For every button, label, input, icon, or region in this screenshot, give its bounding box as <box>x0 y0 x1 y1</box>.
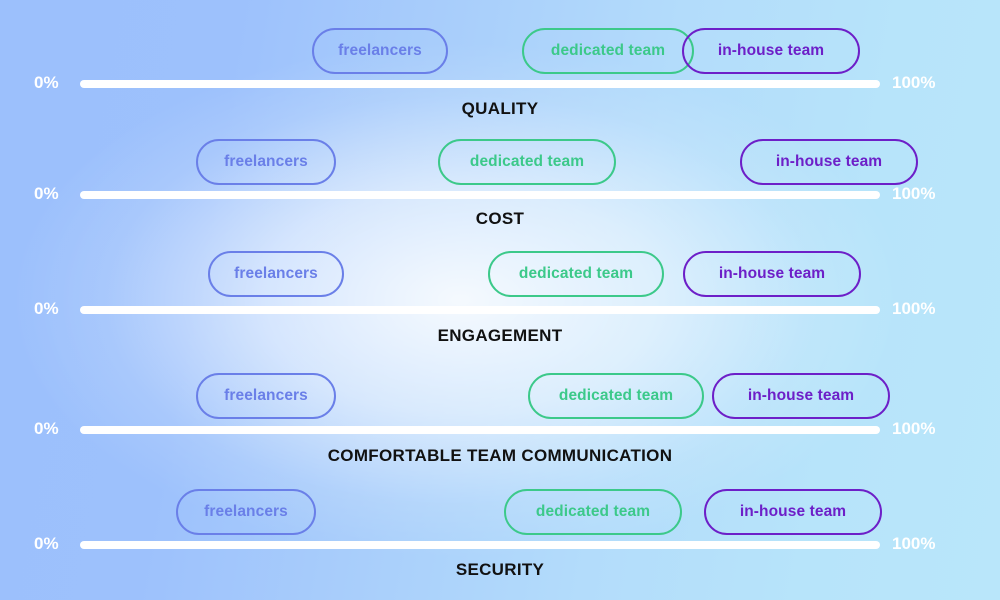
axis-max-label: 100% <box>892 184 936 203</box>
pill-inhouse-team[interactable]: in-house team <box>740 139 918 185</box>
pill-track: freelancers dedicated team in-house team <box>80 489 882 535</box>
axis-min-label: 0% <box>34 73 59 92</box>
pill-dedicated-team[interactable]: dedicated team <box>438 139 616 185</box>
category-label: SECURITY <box>455 560 545 579</box>
category-label: ENGAGEMENT <box>437 326 563 345</box>
pill-dedicated-team[interactable]: dedicated team <box>504 489 682 535</box>
category-label: COMFORTABLE TEAM COMMUNICATION <box>327 446 673 465</box>
axis-max-label: 100% <box>892 534 936 553</box>
pill-track: freelancers dedicated team in-house team <box>80 251 880 297</box>
scale-axis: 0% 100% <box>0 419 1000 440</box>
scale-axis: 0% 100% <box>0 534 1000 555</box>
pill-dedicated-team[interactable]: dedicated team <box>488 251 664 297</box>
pill-track: freelancers dedicated team in-house team <box>80 28 880 74</box>
axis-min-label: 0% <box>34 534 59 553</box>
axis-max-label: 100% <box>892 299 936 318</box>
pill-dedicated-team[interactable]: dedicated team <box>528 373 704 419</box>
pill-inhouse-team[interactable]: in-house team <box>683 251 861 297</box>
scale-axis: 0% 100% <box>0 299 1000 320</box>
scale-axis: 0% 100% <box>0 184 1000 205</box>
pill-dedicated-team[interactable]: dedicated team <box>522 28 694 74</box>
pill-inhouse-team[interactable]: in-house team <box>712 373 890 419</box>
pill-freelancers[interactable]: freelancers <box>176 489 316 535</box>
pill-inhouse-team[interactable]: in-house team <box>704 489 882 535</box>
scale-bar <box>80 426 880 434</box>
scale-bar <box>80 306 880 314</box>
axis-min-label: 0% <box>34 184 59 203</box>
axis-max-label: 100% <box>892 419 936 438</box>
pill-freelancers[interactable]: freelancers <box>196 373 336 419</box>
pill-track: freelancers dedicated team in-house team <box>80 373 890 419</box>
pill-freelancers[interactable]: freelancers <box>208 251 344 297</box>
scale-bar <box>80 80 880 88</box>
pill-freelancers[interactable]: freelancers <box>312 28 448 74</box>
axis-max-label: 100% <box>892 73 936 92</box>
pill-track: freelancers dedicated team in-house team <box>80 139 918 185</box>
category-label: QUALITY <box>461 99 539 118</box>
comparison-chart: freelancers dedicated team in-house team 0%… <box>0 0 1000 600</box>
scale-axis: 0% 100% <box>0 73 1000 94</box>
category-label: COST <box>475 209 525 228</box>
scale-bar <box>80 541 880 549</box>
pill-freelancers[interactable]: freelancers <box>196 139 336 185</box>
axis-min-label: 0% <box>34 299 59 318</box>
scale-bar <box>80 191 880 199</box>
axis-min-label: 0% <box>34 419 59 438</box>
pill-inhouse-team[interactable]: in-house team <box>682 28 860 74</box>
